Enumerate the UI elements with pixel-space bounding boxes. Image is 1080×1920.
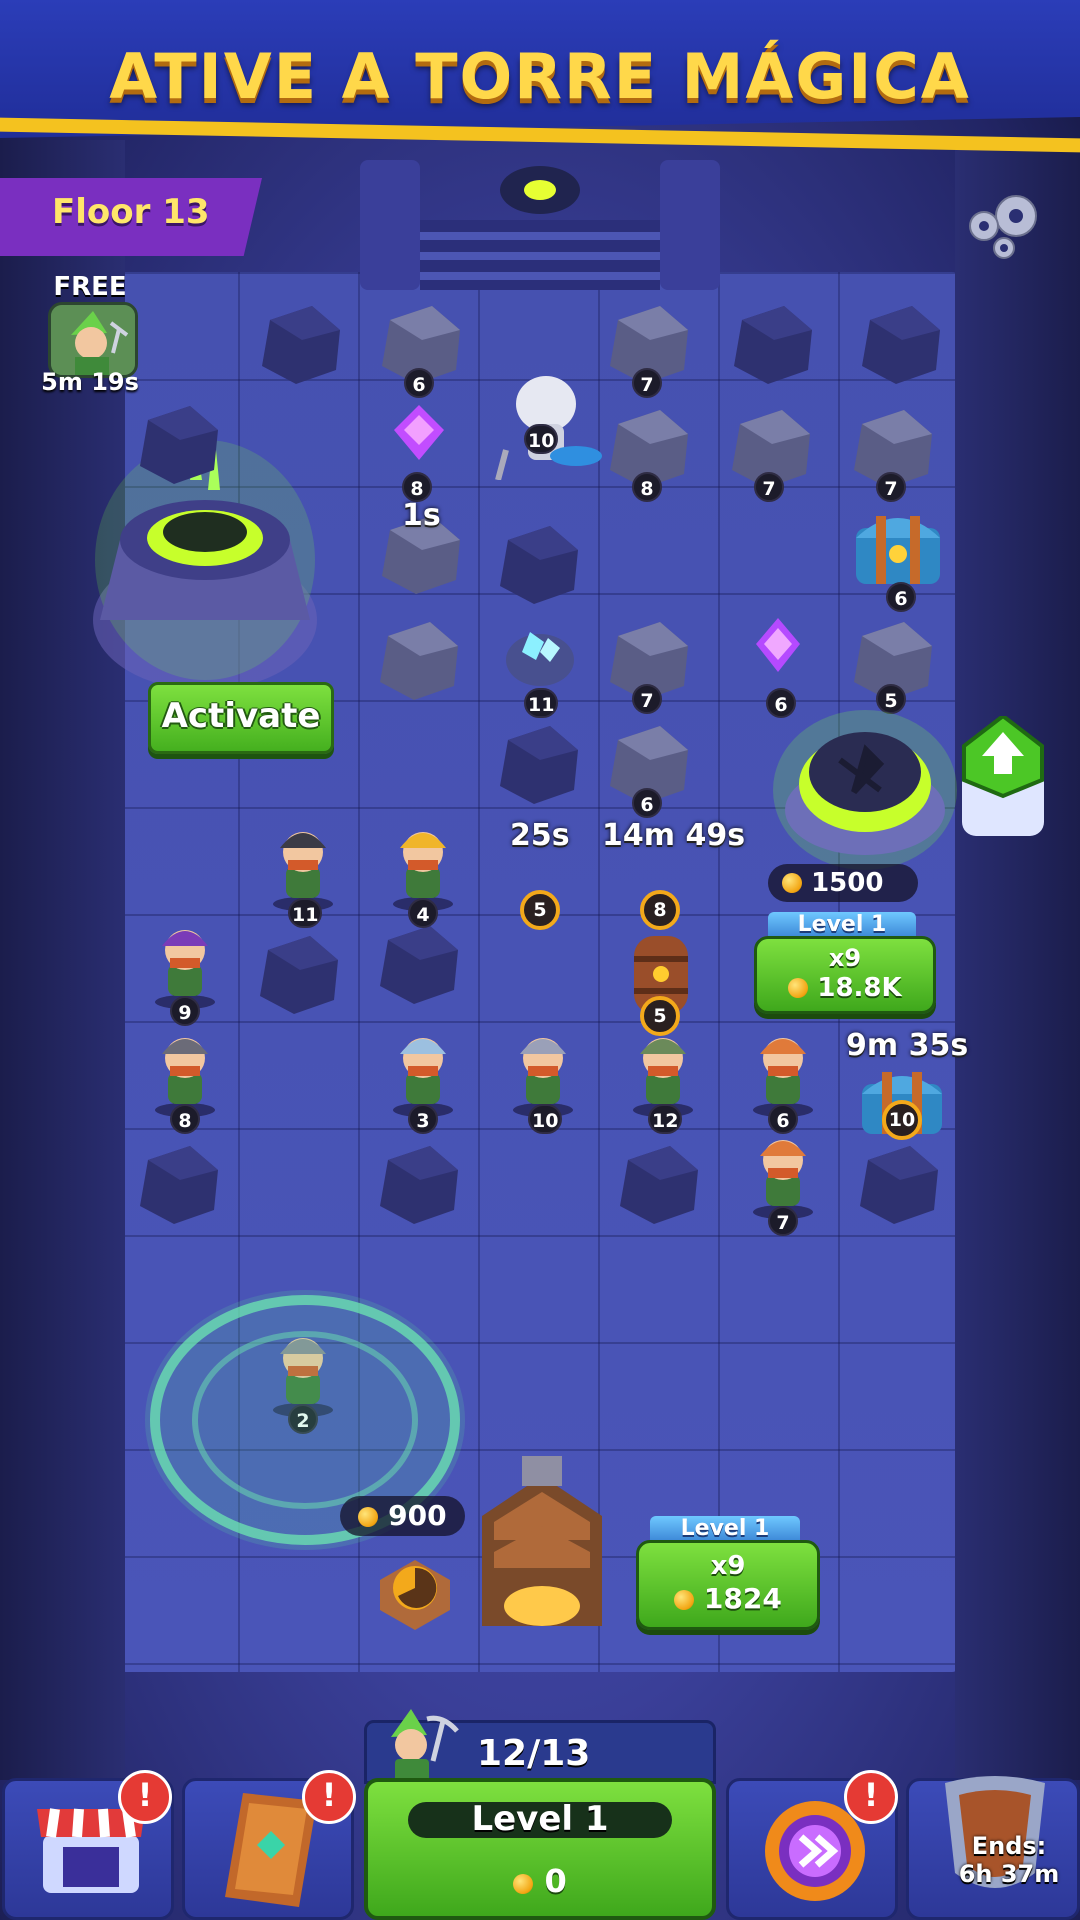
shop-alert-badge: ! <box>118 1770 172 1824</box>
rock[interactable] <box>370 616 466 704</box>
furnace-timer-dial <box>380 1560 450 1630</box>
furnace-level-label: Level 1 <box>650 1516 800 1542</box>
boost-alert-badge: ! <box>844 1770 898 1824</box>
ore-crystal-purple[interactable] <box>738 610 818 690</box>
furnace-upgrade-button[interactable]: x9 1824 <box>636 1540 820 1630</box>
mine-entrance <box>360 160 720 290</box>
miner-level-badge: 8 <box>170 1104 200 1134</box>
rock-level-badge: 7 <box>754 472 784 502</box>
dark-rock[interactable] <box>370 920 466 1008</box>
book-alert-badge: ! <box>302 1770 356 1824</box>
miner-icon <box>391 1709 459 1783</box>
dark-rock[interactable] <box>490 720 586 808</box>
floor-label: Floor 13 <box>0 178 262 256</box>
furnace-building[interactable] <box>462 1456 622 1636</box>
event-ends-time: 6h 37m <box>958 1860 1060 1888</box>
miner-level-badge: 3 <box>408 1104 438 1134</box>
rock-level-badge: 6 <box>632 788 662 818</box>
rock-timer: 14m 49s <box>602 818 746 853</box>
coin-icon <box>513 1874 534 1894</box>
coin-icon <box>358 1507 379 1527</box>
miner-character[interactable] <box>378 1018 468 1118</box>
miner-character[interactable] <box>378 812 468 912</box>
miner-level-panel: 12/13 Level 1 0 <box>364 1709 716 1920</box>
level-cost-value: 0 <box>544 1862 567 1900</box>
level-cost: 0 <box>368 1862 712 1900</box>
miner-level-badge: 12 <box>648 1104 683 1134</box>
miner-count-text: 12/13 <box>477 1733 591 1774</box>
dark-rock[interactable] <box>852 300 948 388</box>
dark-rock[interactable] <box>490 520 586 608</box>
free-offer-timer: 5m 19s <box>41 368 139 396</box>
furnace-cost-value: 900 <box>388 1499 447 1532</box>
pickaxe-level-label: Level 1 <box>768 912 916 938</box>
miner-level-badge: 7 <box>768 1206 798 1236</box>
ore-level-badge: 11 <box>524 688 559 718</box>
rock-gold-badge: 8 <box>640 890 680 930</box>
free-miner-offer[interactable]: FREE 5m 19s <box>40 272 140 396</box>
furnace-level-card[interactable]: Level 1 x9 1824 <box>636 1516 820 1630</box>
coin-icon <box>782 873 802 893</box>
furnace-multiplier: x9 <box>710 1551 746 1581</box>
miner-character[interactable] <box>140 1018 230 1118</box>
chest-level-badge: 6 <box>886 582 916 612</box>
miner-character[interactable] <box>738 1018 828 1118</box>
skeleton-enemy[interactable] <box>486 360 606 480</box>
miner-character[interactable] <box>258 812 348 912</box>
event-ends-label: Ends: <box>971 1832 1047 1860</box>
dark-rock[interactable] <box>130 1140 226 1228</box>
dark-rock[interactable] <box>724 300 820 388</box>
coin-icon <box>674 1590 695 1610</box>
miner-character[interactable] <box>618 1018 708 1118</box>
chest-gold-badge: 10 <box>882 1100 922 1140</box>
rock-level-badge: 7 <box>632 368 662 398</box>
miner-character[interactable] <box>498 1018 588 1118</box>
ore-crystal-purple[interactable] <box>384 400 454 480</box>
ore-timer: 1s <box>402 498 441 533</box>
pickaxe-upgrade-button[interactable]: x9 18.8K <box>754 936 936 1014</box>
miner-character[interactable] <box>140 910 230 1010</box>
pickaxe-level-card[interactable]: Level 1 x9 18.8K <box>754 912 936 1014</box>
banner-title: ATIVE A TORRE MÁGICA <box>109 40 971 113</box>
level-pill: Level 1 <box>408 1802 672 1838</box>
miner-level-badge: 10 <box>528 1104 563 1134</box>
pickaxe-cost-value: 1500 <box>811 868 884 898</box>
pickaxe-cost: 1500 <box>768 864 918 902</box>
dark-rock[interactable] <box>250 930 346 1018</box>
skeleton-level-badge: 10 <box>524 424 559 454</box>
chest-timer: 9m 35s <box>846 1028 969 1063</box>
furnace-value: 1824 <box>703 1582 782 1615</box>
rock-timer: 25s <box>510 818 570 853</box>
pickaxe-multiplier: x9 <box>828 944 862 972</box>
ore-crystal-blue[interactable] <box>500 612 580 692</box>
pickaxe-upgrade-station[interactable] <box>770 700 960 870</box>
dark-rock[interactable] <box>850 1140 946 1228</box>
event-ends-timer: Ends: 6h 37m <box>944 1832 1074 1888</box>
settings-gear-icon[interactable] <box>960 186 1050 266</box>
dark-rock[interactable] <box>370 1140 466 1228</box>
game-scene: ATIVE A TORRE MÁGICA Floor 13 FREE 5m 19… <box>0 0 1080 1920</box>
floor-label-text: Floor 13 <box>52 192 210 232</box>
dark-rock[interactable] <box>252 300 348 388</box>
dark-rock[interactable] <box>130 400 226 488</box>
rock-level-badge: 6 <box>404 368 434 398</box>
miner-count-box: 12/13 <box>364 1709 716 1784</box>
rock-level-badge: 7 <box>632 684 662 714</box>
dark-rock[interactable] <box>610 1140 706 1228</box>
pickaxe-value: 18.8K <box>817 973 902 1003</box>
rock-gold-badge: 5 <box>520 890 560 930</box>
level-label: Level 1 <box>471 1799 609 1839</box>
miner-avatar-icon <box>48 302 138 378</box>
level-up-button[interactable]: Level 1 0 <box>364 1778 716 1920</box>
miner-level-badge: 4 <box>408 898 438 928</box>
rock-level-badge: 8 <box>632 472 662 502</box>
free-label: FREE <box>53 272 127 302</box>
upgrade-arrow-icon[interactable] <box>962 716 1044 836</box>
treasure-chest-icon[interactable] <box>848 498 948 594</box>
cave-wall-right <box>955 140 1080 1780</box>
miner-level-badge: 11 <box>288 898 323 928</box>
coin-icon <box>788 978 809 998</box>
activate-button[interactable]: Activate <box>148 682 334 754</box>
miner-character[interactable] <box>738 1120 828 1220</box>
